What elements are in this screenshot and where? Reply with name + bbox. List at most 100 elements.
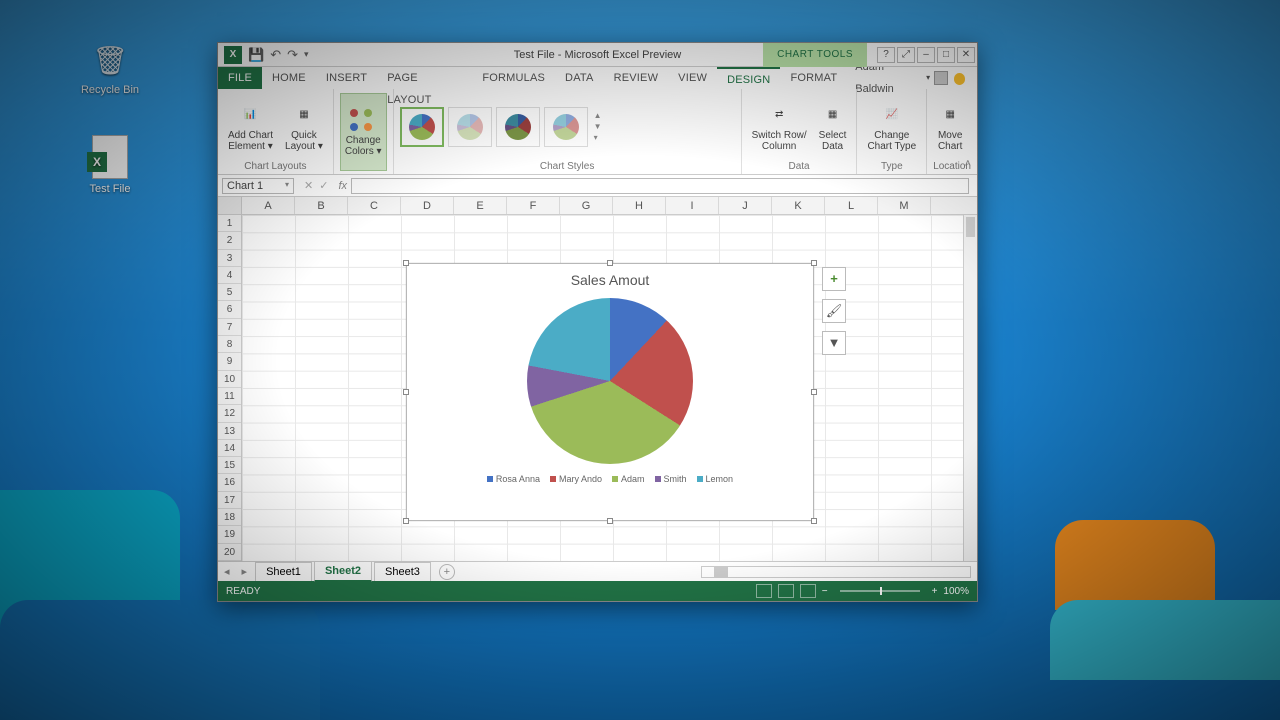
chart-filters-button[interactable]: ▼ (822, 331, 846, 355)
chart-style-3[interactable] (496, 107, 540, 147)
change-colors-button[interactable]: Change Colors ▾ (340, 93, 387, 171)
user-account[interactable]: Adam Baldwin ▾ (847, 67, 977, 89)
row-header[interactable]: 18 (218, 509, 241, 526)
feedback-icon[interactable] (954, 73, 965, 85)
tab-nav-next[interactable]: ▸ (236, 565, 254, 578)
tab-nav-prev[interactable]: ◂ (218, 565, 236, 578)
pie-chart[interactable] (527, 298, 693, 464)
styles-scroll-down[interactable]: ▼ (594, 122, 602, 131)
quick-layout-button[interactable]: ▦Quick Layout ▾ (281, 93, 327, 160)
sheet-tab-2[interactable]: Sheet2 (314, 561, 372, 582)
row-header[interactable]: 13 (218, 423, 241, 440)
row-header[interactable]: 20 (218, 544, 241, 561)
col-header[interactable]: E (454, 197, 507, 214)
chart-title[interactable]: Sales Amout (407, 264, 813, 292)
tab-home[interactable]: HOME (262, 67, 316, 89)
row-header[interactable]: 4 (218, 267, 241, 284)
view-page-layout-button[interactable] (778, 584, 794, 598)
legend-item[interactable]: Lemon (697, 474, 734, 484)
tab-review[interactable]: REVIEW (604, 67, 669, 89)
col-header[interactable]: L (825, 197, 878, 214)
change-chart-type-button[interactable]: 📈Change Chart Type (863, 93, 920, 160)
sheet-tab-1[interactable]: Sheet1 (255, 562, 312, 581)
collapse-ribbon-icon[interactable]: ˄ (965, 158, 971, 170)
col-header[interactable]: D (401, 197, 454, 214)
select-data-button[interactable]: ▦Select Data (815, 93, 851, 160)
row-header[interactable]: 14 (218, 440, 241, 457)
view-normal-button[interactable] (756, 584, 772, 598)
minimize-button[interactable]: – (917, 47, 935, 63)
enter-formula-icon[interactable]: ✓ (319, 179, 328, 192)
sheet-tab-3[interactable]: Sheet3 (374, 562, 431, 581)
name-box[interactable]: Chart 1▾ (222, 178, 294, 194)
col-header[interactable]: A (242, 197, 295, 214)
move-chart-button[interactable]: ▦Move Chart (933, 93, 967, 160)
tab-pagelayout[interactable]: PAGE LAYOUT (377, 67, 472, 89)
row-header[interactable]: 8 (218, 336, 241, 353)
maximize-button[interactable]: □ (937, 47, 955, 63)
row-header[interactable]: 15 (218, 457, 241, 474)
tab-file[interactable]: FILE (218, 67, 262, 89)
tab-formulas[interactable]: FORMULAS (472, 67, 555, 89)
row-header[interactable]: 11 (218, 388, 241, 405)
chart-style-2[interactable] (448, 107, 492, 147)
tab-format[interactable]: FORMAT (780, 67, 847, 89)
qat-redo-icon[interactable]: ↷ (287, 47, 298, 63)
tab-design[interactable]: DESIGN (717, 67, 780, 89)
zoom-in-button[interactable]: + (932, 586, 938, 597)
tab-data[interactable]: DATA (555, 67, 604, 89)
chart-style-4[interactable] (544, 107, 588, 147)
qat-customize-icon[interactable]: ▾ (304, 49, 309, 60)
col-header[interactable]: C (348, 197, 401, 214)
row-header[interactable]: 9 (218, 353, 241, 370)
row-header[interactable]: 1 (218, 215, 241, 232)
horizontal-scrollbar[interactable] (701, 566, 971, 578)
chart-style-1[interactable] (400, 107, 444, 147)
qat-undo-icon[interactable]: ↶ (270, 47, 281, 63)
row-header[interactable]: 3 (218, 250, 241, 267)
col-header[interactable]: J (719, 197, 772, 214)
col-header[interactable]: K (772, 197, 825, 214)
formula-input[interactable] (351, 178, 969, 194)
qat-save-icon[interactable]: 💾 (248, 47, 264, 63)
row-header[interactable]: 12 (218, 405, 241, 422)
col-header[interactable]: G (560, 197, 613, 214)
row-header[interactable]: 19 (218, 526, 241, 543)
ribbon-options-button[interactable]: ⤢ (897, 47, 915, 63)
row-header[interactable]: 16 (218, 474, 241, 491)
switch-row-column-button[interactable]: ⇄Switch Row/ Column (748, 93, 811, 160)
legend-item[interactable]: Smith (655, 474, 687, 484)
close-button[interactable]: ✕ (957, 47, 975, 63)
tab-insert[interactable]: INSERT (316, 67, 377, 89)
row-header[interactable]: 6 (218, 301, 241, 318)
styles-more[interactable]: ▾ (594, 133, 602, 142)
styles-scroll-up[interactable]: ▲ (594, 111, 602, 120)
row-header[interactable]: 10 (218, 371, 241, 388)
col-header[interactable]: I (666, 197, 719, 214)
desktop-testfile[interactable]: Test File (75, 135, 145, 195)
desktop-recycle-bin[interactable]: 🗑 Recycle Bin (75, 40, 145, 96)
cancel-formula-icon[interactable]: ✕ (304, 179, 313, 192)
add-sheet-button[interactable]: + (439, 564, 455, 580)
chart-legend[interactable]: Rosa Anna Mary Ando Adam Smith Lemon (407, 474, 813, 484)
legend-item[interactable]: Adam (612, 474, 645, 484)
zoom-out-button[interactable]: − (822, 586, 828, 597)
legend-item[interactable]: Mary Ando (550, 474, 602, 484)
row-header[interactable]: 17 (218, 492, 241, 509)
embedded-chart[interactable]: Sales Amout Rosa Anna Mary Ando Adam Smith L… (406, 263, 814, 521)
legend-item[interactable]: Rosa Anna (487, 474, 540, 484)
row-header[interactable]: 7 (218, 319, 241, 336)
help-button[interactable]: ? (877, 47, 895, 63)
row-header[interactable]: 5 (218, 284, 241, 301)
tab-view[interactable]: VIEW (668, 67, 717, 89)
view-page-break-button[interactable] (800, 584, 816, 598)
col-header[interactable]: H (613, 197, 666, 214)
add-chart-element-button[interactable]: 📊Add Chart Element ▾ (224, 93, 277, 160)
zoom-level[interactable]: 100% (943, 586, 969, 597)
col-header[interactable]: M (878, 197, 931, 214)
col-header[interactable]: F (507, 197, 560, 214)
col-header[interactable]: B (295, 197, 348, 214)
select-all[interactable] (218, 197, 242, 214)
vertical-scrollbar[interactable] (963, 215, 977, 561)
fx-icon[interactable]: fx (334, 180, 351, 192)
